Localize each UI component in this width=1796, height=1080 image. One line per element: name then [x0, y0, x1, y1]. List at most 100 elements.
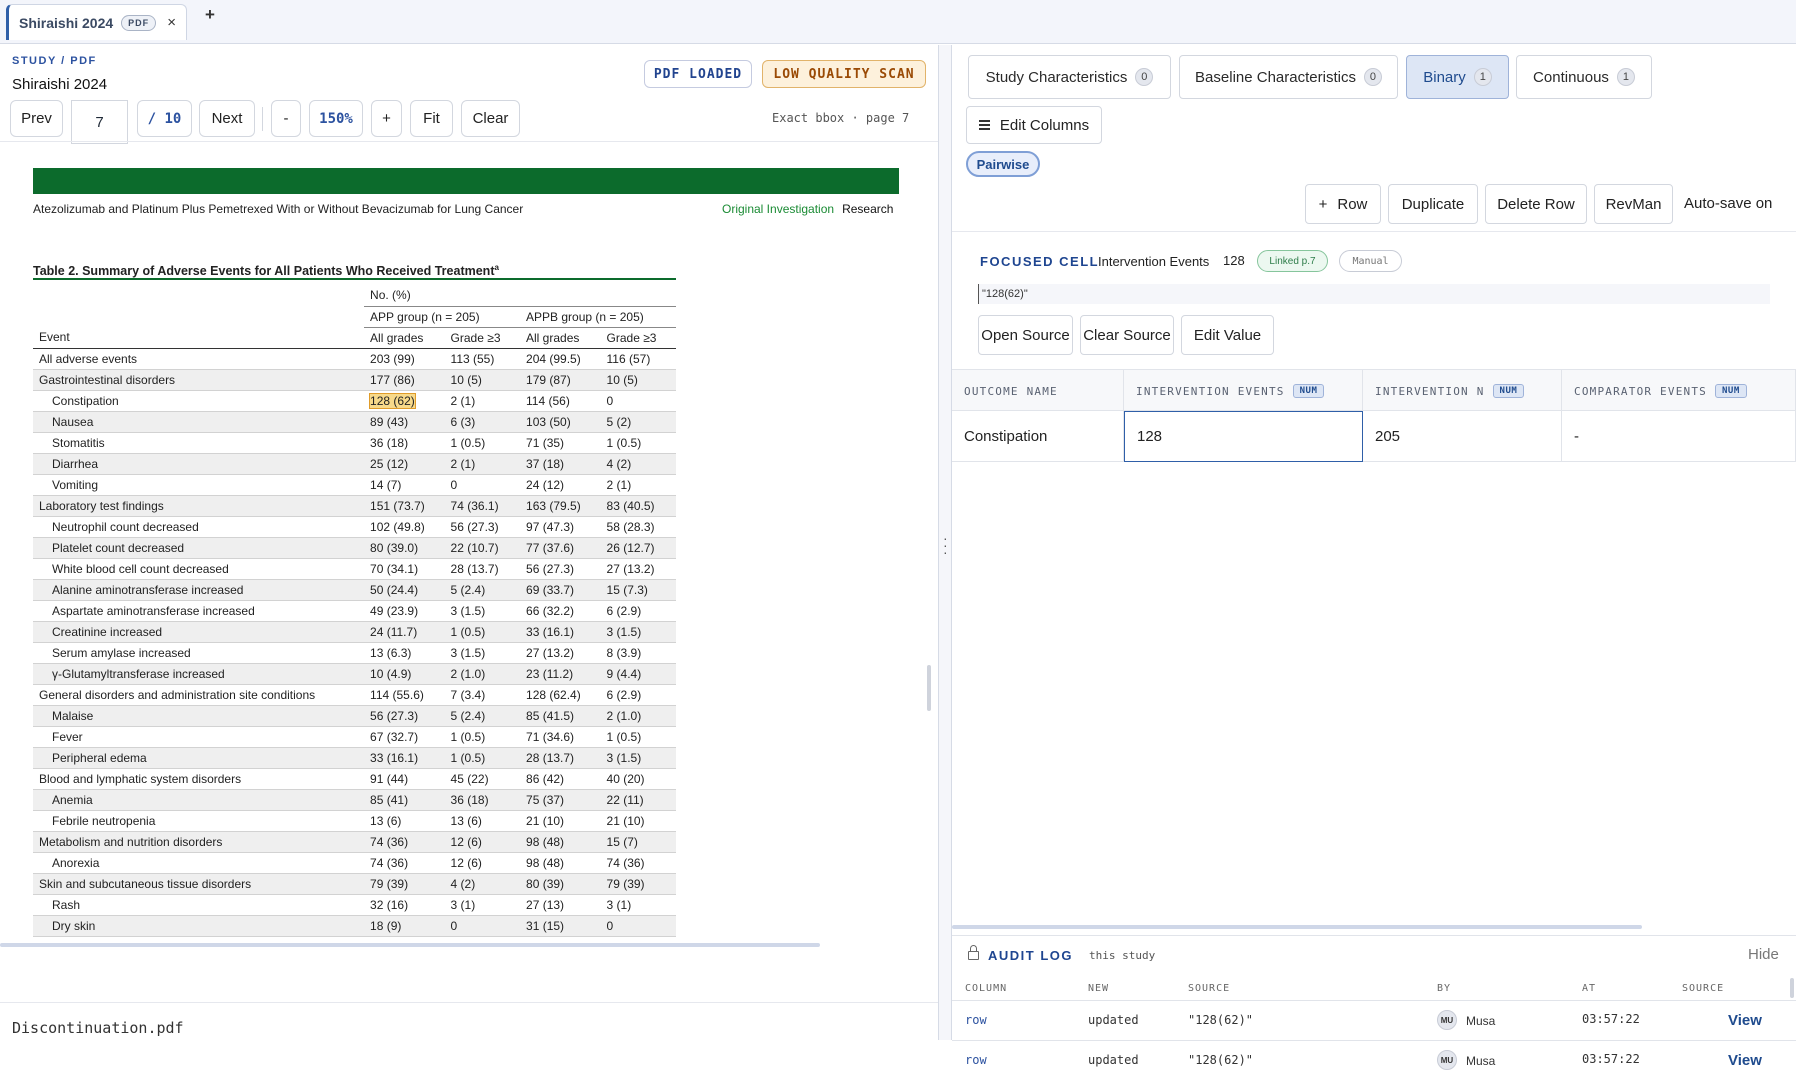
value-cell: 85 (41) [364, 789, 445, 811]
value-cell: 74 (36) [364, 852, 445, 874]
event-name-cell: Anorexia [33, 852, 365, 874]
add-row-button[interactable]: + Row [1305, 184, 1381, 224]
cell-comparator-events[interactable]: - [1562, 411, 1796, 462]
pdf-vertical-scrollbar[interactable] [927, 665, 931, 711]
value-cell: 89 (43) [364, 411, 445, 433]
tab-continuous[interactable]: Continuous 1 [1516, 55, 1652, 99]
view-source-button[interactable]: View [1728, 1052, 1762, 1069]
event-name-cell: γ-Glutamyltransferase increased [33, 663, 365, 685]
audit-column[interactable]: row [965, 1013, 987, 1027]
value-cell: 12 (6) [444, 831, 521, 853]
view-source-button[interactable]: View [1728, 1012, 1762, 1029]
value-cell: 26 (12.7) [600, 537, 676, 559]
zoom-in-button[interactable]: + [371, 100, 402, 137]
page-number-input[interactable]: 7 [71, 100, 128, 144]
value-cell: 83 (40.5) [600, 495, 676, 517]
value-cell: 114 (56) [520, 390, 601, 412]
value-cell: 67 (32.7) [364, 726, 445, 748]
tab-study-characteristics[interactable]: Study Characteristics 0 [968, 55, 1171, 99]
focused-cell-label: FOCUSED CELL [980, 254, 1100, 269]
audit-vertical-scrollbar[interactable] [1790, 978, 1794, 998]
hide-audit-button[interactable]: Hide [1748, 946, 1779, 963]
value-cell: 71 (35) [520, 432, 601, 454]
duplicate-button[interactable]: Duplicate [1388, 184, 1478, 224]
fit-button[interactable]: Fit [410, 100, 453, 137]
value-cell: 6 (2.9) [600, 684, 676, 706]
pdf-horizontal-scrollbar[interactable] [0, 943, 820, 947]
prev-page-button[interactable]: Prev [10, 100, 63, 137]
value-cell: 24 (12) [520, 474, 601, 496]
open-source-button[interactable]: Open Source [978, 315, 1073, 355]
edit-columns-label: Edit Columns [999, 116, 1090, 134]
edit-value-button[interactable]: Edit Value [1181, 315, 1274, 355]
tab-label: Study Characteristics [985, 68, 1128, 86]
value-cell: 13 (6) [364, 810, 445, 832]
next-page-button[interactable]: Next [199, 100, 255, 137]
add-tab-icon[interactable]: + [205, 5, 215, 25]
audit-log-title: AUDIT LOG [988, 948, 1073, 963]
close-icon[interactable]: × [167, 14, 176, 31]
linked-page-badge[interactable]: Linked p.7 [1257, 250, 1328, 272]
table-row: Skin and subcutaneous tissue disorders 79… [33, 873, 676, 895]
value-cell: 0 [600, 915, 676, 937]
revman-button[interactable]: RevMan [1594, 184, 1673, 224]
pdf-viewer[interactable]: Atezolizumab and Platinum Plus Pemetrexe… [0, 142, 938, 942]
event-name-cell: Serum amylase increased [33, 642, 365, 664]
table-row: Laboratory test findings 151 (73.7) 74 (36… [33, 495, 676, 517]
table-header-row: No. (%) [33, 285, 676, 307]
value-cell: 163 (79.5) [520, 495, 601, 517]
tab-bar: Shiraishi 2024 PDF × + [0, 0, 1796, 44]
cell-intervention-events[interactable]: 128 [1124, 411, 1363, 462]
clear-source-button[interactable]: Clear Source [1080, 315, 1174, 355]
table-row: Dry skin 18 (9) 0 31 (15) 0 [33, 915, 676, 937]
num-type-badge: NUM [1492, 384, 1525, 398]
grid-horizontal-scrollbar[interactable] [952, 925, 1642, 929]
column-header-comparator-events[interactable]: COMPARATOR EVENTS NUM [1562, 370, 1796, 412]
table-title-text: Table 2. Summary of Adverse Events for A… [33, 264, 495, 279]
pairwise-toggle[interactable]: Pairwise [966, 151, 1040, 177]
event-name-cell: Vomiting [33, 474, 365, 496]
header-spacer [33, 285, 364, 306]
cell-intervention-n[interactable]: 205 [1363, 411, 1562, 462]
document-tab[interactable]: Shiraishi 2024 PDF × [6, 4, 187, 40]
tab-baseline-characteristics[interactable]: Baseline Characteristics 0 [1179, 55, 1398, 99]
audit-new: updated [1088, 1053, 1139, 1067]
event-name-cell: Nausea [33, 411, 365, 433]
autosave-toggle[interactable]: Auto-save on [1684, 195, 1772, 212]
research-label: Research [842, 202, 894, 216]
manual-badge[interactable]: Manual [1339, 250, 1402, 272]
source-text-field[interactable]: "128(62)" [978, 284, 1770, 304]
focused-cell-field: Intervention Events [1098, 254, 1210, 269]
panel-resize-handle[interactable]: · · · [938, 45, 952, 1040]
event-name-cell: Neutrophil count decreased [33, 516, 365, 538]
tab-count: 1 [1473, 68, 1492, 86]
delete-row-button[interactable]: Delete Row [1485, 184, 1587, 224]
value-cell: 33 (16.1) [520, 621, 601, 643]
drag-handle-icon[interactable]: · · · [943, 531, 948, 559]
cell-outcome-name[interactable]: Constipation [952, 411, 1124, 462]
edit-columns-button[interactable]: Edit Columns [966, 106, 1102, 144]
value-cell: 0 [600, 390, 676, 412]
clear-button[interactable]: Clear [461, 100, 520, 137]
audit-column[interactable]: row [965, 1053, 987, 1067]
event-name-cell: Malaise [33, 705, 365, 727]
value-cell: 114 (55.6) [364, 684, 445, 706]
table-top-rule [33, 278, 676, 280]
value-cell: 1 (0.5) [600, 432, 676, 454]
value-cell: 23 (11.2) [520, 663, 601, 685]
highlighted-source-value[interactable]: 128 (62) [369, 392, 416, 409]
event-name-cell: Gastrointestinal disorders [33, 369, 365, 391]
zoom-out-button[interactable]: - [271, 100, 301, 137]
column-header-outcome-name[interactable]: OUTCOME NAME [952, 370, 1124, 412]
column-header-intervention-n[interactable]: INTERVENTION N NUM [1363, 370, 1562, 412]
table-row: γ-Glutamyltransferase increased 10 (4.9) 2… [33, 663, 676, 685]
event-name-cell: Diarrhea [33, 453, 365, 475]
column-header-intervention-events[interactable]: INTERVENTION EVENTS NUM [1124, 370, 1363, 412]
column-header-label: INTERVENTION N [1375, 384, 1485, 398]
value-cell: 128 (62.4) [520, 684, 601, 706]
value-cell: 6 (2.9) [600, 600, 676, 622]
num-type-badge: NUM [1714, 384, 1747, 398]
tab-binary[interactable]: Binary 1 [1406, 55, 1509, 99]
value-cell: 22 (10.7) [444, 537, 521, 559]
value-cell: 98 (48) [520, 831, 601, 853]
